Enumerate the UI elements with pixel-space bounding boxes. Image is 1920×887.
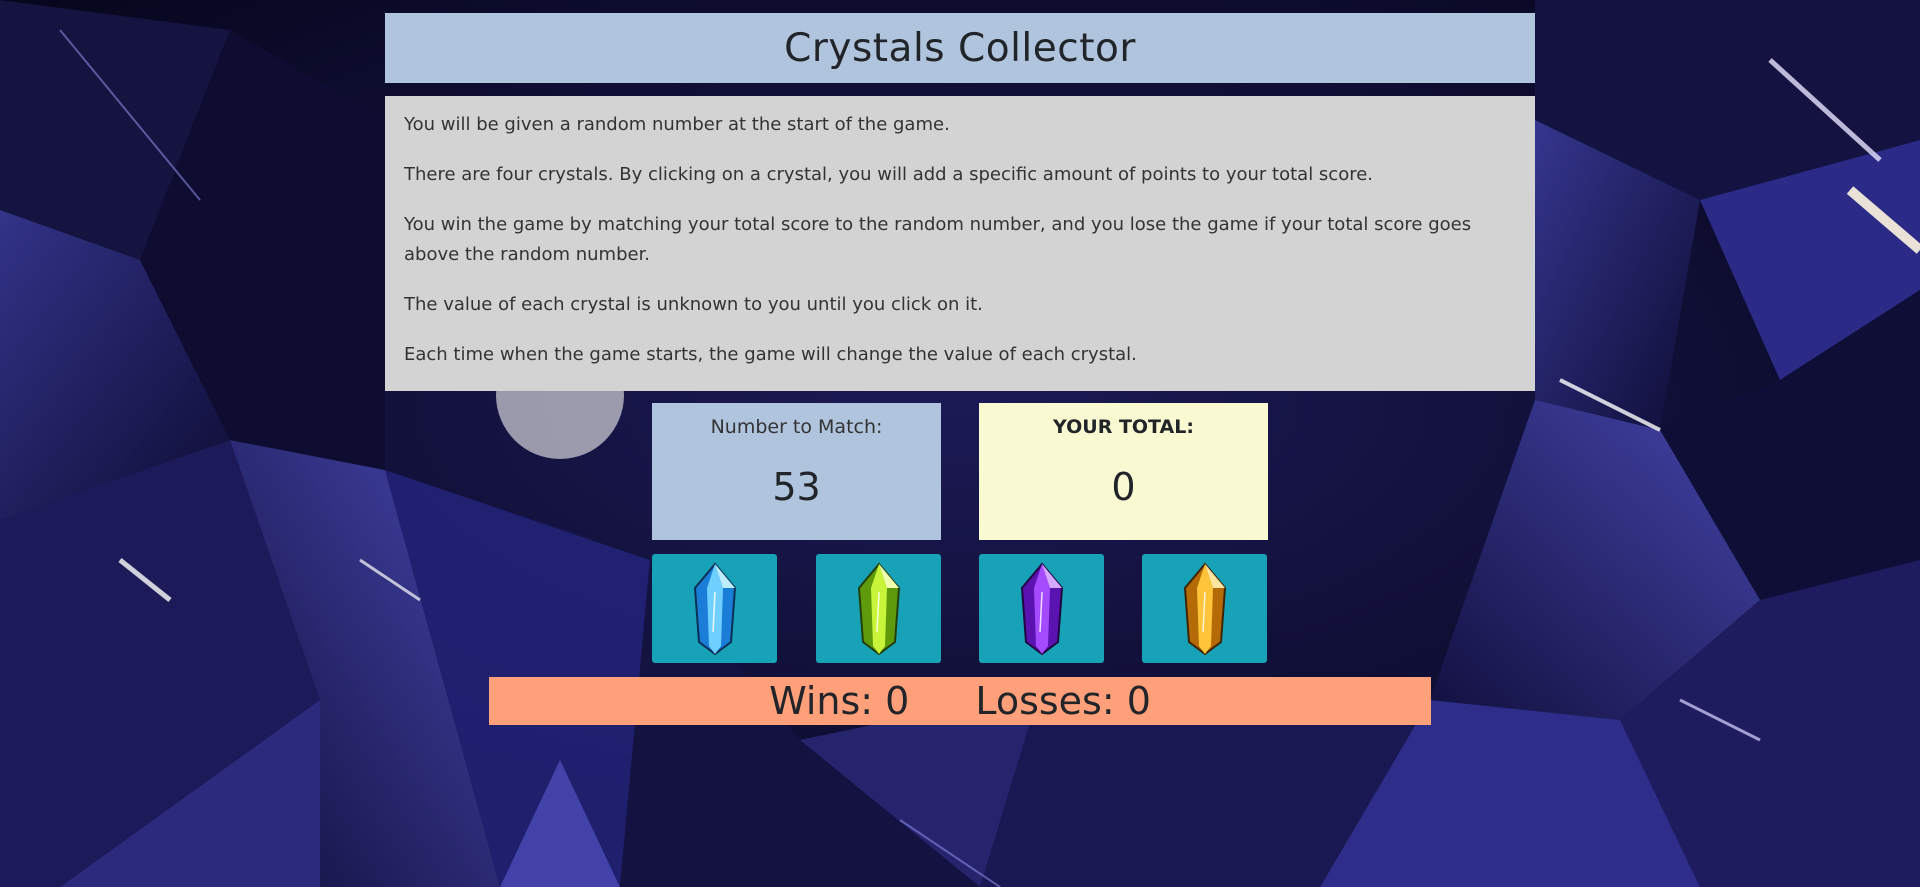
instruction-text: You win the game by matching your total … [404,214,1472,265]
record-bar: Wins: 0 Losses: 0 [489,677,1431,725]
instruction-text: You will be given a random number at the… [404,114,950,135]
instruction-text: There are four crystals. By clicking on … [404,164,1374,185]
crystal-button-orange[interactable] [1142,554,1267,663]
crystal-button-blue[interactable] [652,554,777,663]
orange-crystal-icon [1183,561,1226,655]
purple-crystal-icon [1020,561,1063,655]
number-to-match-value: 53 [772,465,821,509]
crystal-button-green[interactable] [816,554,941,663]
instruction-text: Each time when the game starts, the game… [404,344,1137,365]
your-total-value: 0 [1111,465,1136,509]
title-bar: Crystals Collector [385,13,1535,83]
number-to-match-box: Number to Match: 53 [652,403,941,540]
number-to-match-label: Number to Match: [710,416,883,438]
wins-count: Wins: 0 [769,679,910,723]
your-total-label: YOUR TOTAL: [1053,416,1194,438]
crystal-button-purple[interactable] [979,554,1104,663]
page-title: Crystals Collector [784,25,1136,71]
instruction-text: The value of each crystal is unknown to … [404,294,983,315]
green-crystal-icon [857,561,900,655]
your-total-box: YOUR TOTAL: 0 [979,403,1268,540]
blue-crystal-icon [693,561,736,655]
losses-count: Losses: 0 [975,679,1151,723]
instructions-panel: You will be given a random number at the… [385,96,1535,391]
